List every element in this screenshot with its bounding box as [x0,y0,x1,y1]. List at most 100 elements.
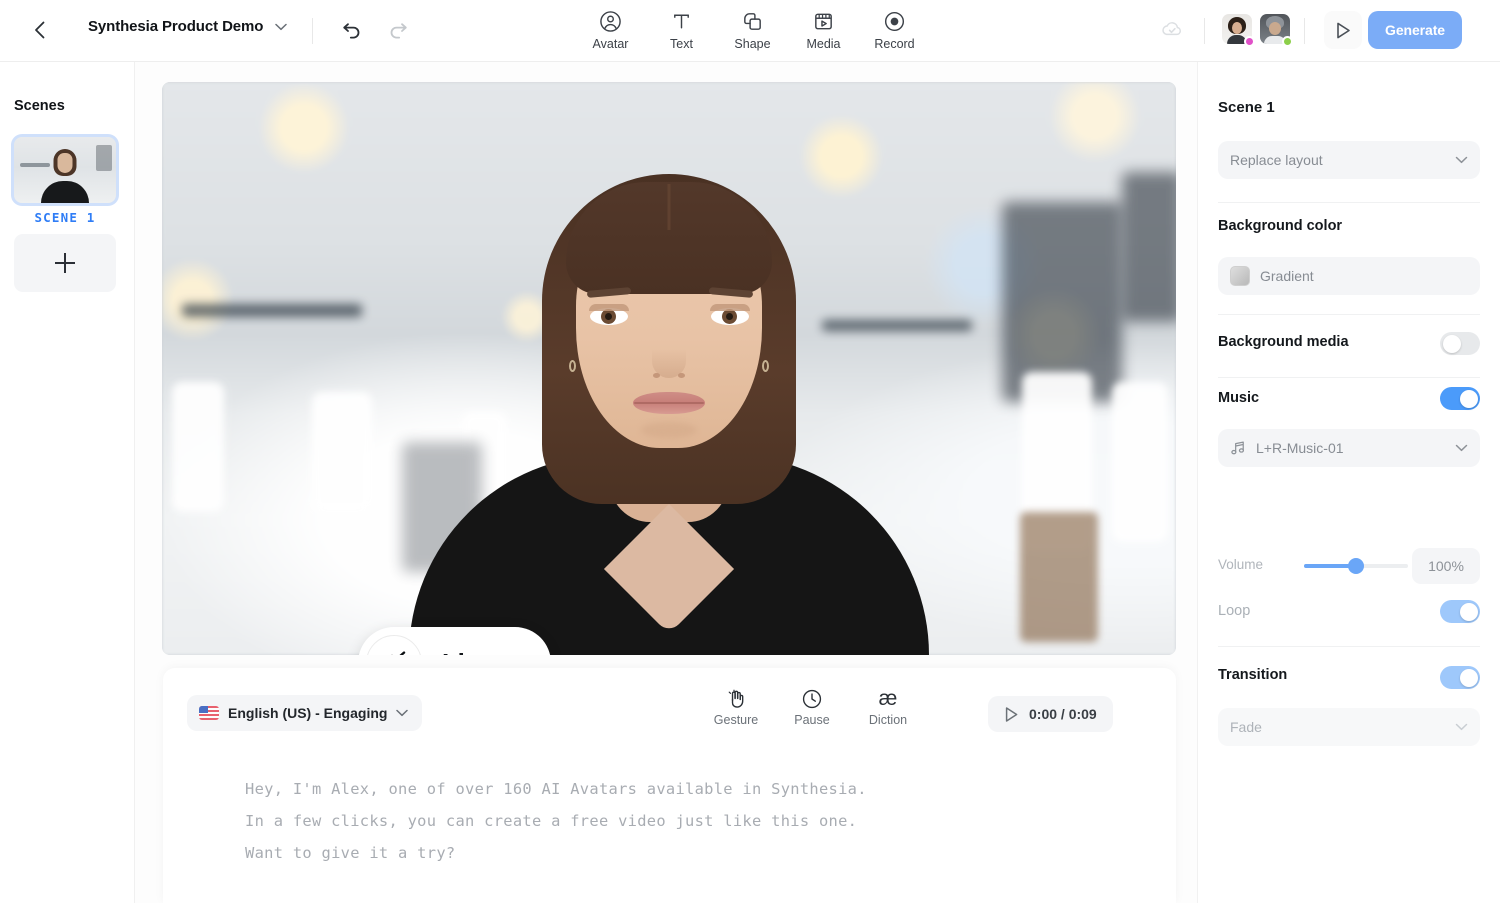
listen-button[interactable]: Listen [358,627,551,655]
tool-text[interactable]: Text [646,6,717,53]
transition-value: Fade [1230,719,1262,735]
plus-icon [55,253,75,273]
scene-properties-panel: Scene 1 Replace layout Background color … [1197,62,1500,903]
us-flag-icon [199,706,219,720]
page-title: Synthesia Product Demo [88,18,264,35]
avatar-person-icon [600,11,621,32]
tool-diction[interactable]: æ Diction [855,684,921,731]
loop-toggle[interactable] [1440,600,1480,623]
add-scene-button[interactable] [14,234,116,292]
avatar-nose [652,330,686,378]
music-label: Music [1218,390,1260,406]
script-tool-label: Diction [868,713,908,727]
scenes-title: Scenes [14,98,65,114]
background-color-select[interactable]: Gradient [1218,257,1480,295]
tool-avatar[interactable]: Avatar [575,6,646,53]
chevron-down-icon [396,709,409,717]
tool-label: Text [670,37,693,51]
scene-label: SCENE 1 [34,210,96,225]
music-toggle[interactable] [1440,387,1480,410]
volume-slider-knob[interactable] [1348,558,1364,574]
script-panel: English (US) - Engaging Gesture Pause æ … [163,668,1176,903]
transition-label: Transition [1218,667,1288,683]
script-tool-label: Pause [794,713,830,727]
scene-title: Scene 1 [1218,99,1275,116]
playback-time: 0:00 / 0:09 [1029,706,1097,722]
tool-shape[interactable]: Shape [717,6,788,53]
avatar-earring-right [762,360,769,372]
ae-ligature-icon: æ [878,687,898,710]
preview-play-button[interactable] [1324,11,1362,49]
avatar-mouth-line [634,402,704,404]
replace-layout-select[interactable]: Replace layout [1218,141,1480,179]
media-clapper-icon [815,13,832,30]
back-button[interactable] [22,13,56,47]
divider [1204,18,1205,44]
divider [1218,314,1480,315]
voice-language-select[interactable]: English (US) - Engaging [187,695,423,731]
generate-button[interactable]: Generate [1368,11,1462,49]
tool-pause[interactable]: Pause [779,684,845,731]
volume-slider[interactable] [1304,558,1408,574]
avatar-chin-shadow [641,422,697,438]
undo-icon [343,23,360,39]
loop-label: Loop [1218,603,1251,619]
scene-thumbnail-1[interactable] [14,137,116,203]
cloud-sync-button[interactable] [1160,19,1184,44]
volume-row: Volume 100% [1218,548,1480,584]
tool-gesture[interactable]: Gesture [703,684,769,731]
status-dot [1244,36,1255,47]
volume-value-box[interactable]: 100% [1412,548,1480,584]
script-textarea[interactable]: Hey, I'm Alex, one of over 160 AI Avatar… [245,773,1105,869]
top-toolbar: Synthesia Product Demo Avatar Text Shape… [0,0,1500,62]
video-canvas[interactable]: Listen [162,82,1176,655]
voice-label: English (US) - Engaging [228,705,388,721]
background-media-toggle[interactable] [1440,332,1480,355]
avatar[interactable] [1260,14,1293,47]
transition-type-select[interactable]: Fade [1218,708,1480,746]
status-dot [1282,36,1293,47]
project-title-menu[interactable]: Synthesia Product Demo [88,18,288,35]
chevron-down-icon [1455,444,1468,452]
play-triangle-icon [1336,22,1350,38]
avatar-earring-left [569,360,576,372]
record-dot-icon [884,11,905,32]
music-note-icon [1230,440,1247,456]
divider [312,18,313,44]
play-triangle-icon [1005,706,1018,722]
tool-label: Shape [734,37,771,51]
background-color-label: Background color [1218,218,1343,234]
divider [1218,377,1480,378]
tool-label: Avatar [592,37,629,51]
scenes-sidebar: Scenes SCENE 1 [0,62,135,903]
shape-square-icon [744,13,761,30]
divider [1218,202,1480,203]
avatar[interactable] [1222,14,1255,47]
avatar-nostrils [653,373,685,379]
undo-button[interactable] [336,14,368,46]
color-swatch-icon [1230,266,1250,286]
script-tool-label: Gesture [713,713,759,727]
synthesia-editor: Synthesia Product Demo Avatar Text Shape… [0,0,1500,903]
cloud-sync-icon [1162,22,1181,36]
music-track-select[interactable]: L+R-Music-01 [1218,429,1480,467]
listen-label: Listen [442,648,517,656]
tool-record[interactable]: Record [859,6,930,53]
chevron-down-icon [275,23,288,30]
hand-wave-icon [728,689,744,708]
tool-label: Record [874,37,915,51]
transition-toggle[interactable] [1440,666,1480,689]
volume-value: 100% [1428,558,1464,574]
avatar-hair-part [667,184,671,230]
redo-icon [390,23,407,39]
tool-label: Media [806,37,841,51]
redo-button[interactable] [382,14,414,46]
avatar-figure [389,82,949,655]
avatar-eyelid-right [710,304,750,311]
speaker-muted-icon [391,651,406,655]
music-track-value: L+R-Music-01 [1256,440,1344,456]
script-play-button[interactable]: 0:00 / 0:09 [988,696,1113,732]
divider [1218,646,1480,647]
listen-icon-circle [366,635,422,655]
tool-media[interactable]: Media [788,6,859,53]
